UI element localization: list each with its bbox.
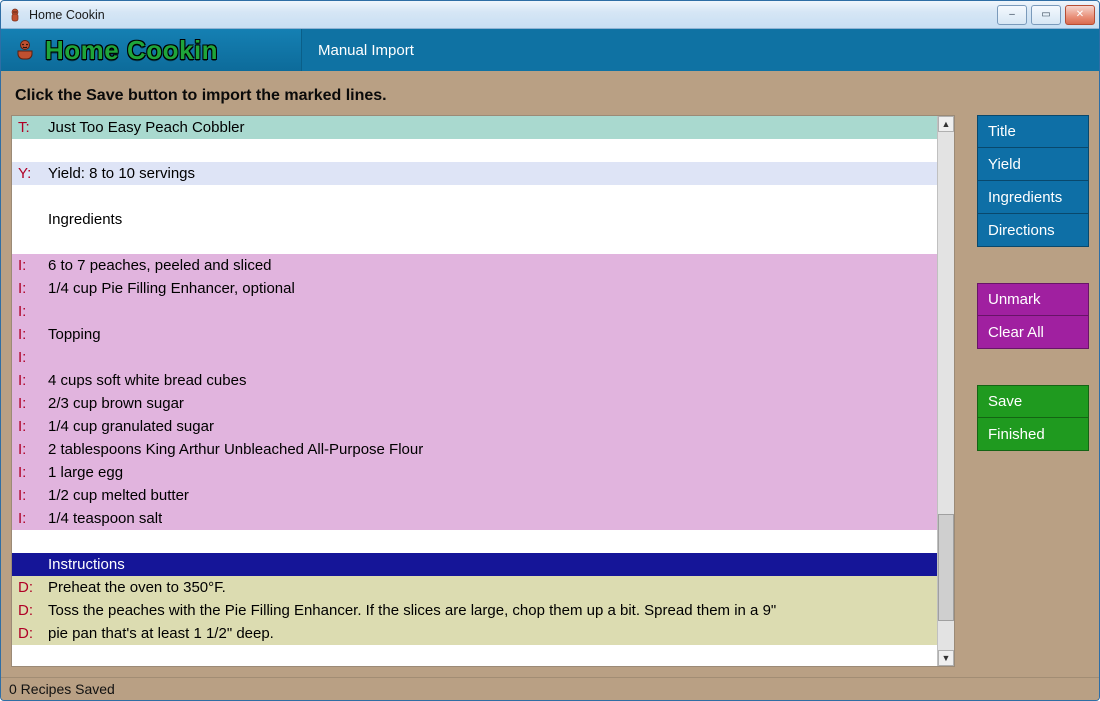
import-line[interactable]: I:1/4 cup granulated sugar	[12, 415, 937, 438]
minimize-button[interactable]: –	[997, 5, 1027, 25]
import-line[interactable]	[12, 139, 937, 162]
import-line[interactable]: D:Preheat the oven to 350°F.	[12, 576, 937, 599]
import-line[interactable]: I:Topping	[12, 323, 937, 346]
line-text: Toss the peaches with the Pie Filling En…	[42, 603, 776, 618]
save-button[interactable]: Save	[977, 385, 1089, 418]
line-tag: T:	[16, 120, 42, 135]
scrollbar[interactable]: ▲ ▼	[937, 116, 954, 666]
line-text: 2/3 cup brown sugar	[42, 396, 184, 411]
import-line[interactable]: I:	[12, 300, 937, 323]
titlebar: Home Cookin – ▭ ✕	[1, 1, 1099, 29]
brand: Home Cookin	[1, 29, 302, 71]
line-tag: D:	[16, 580, 42, 595]
line-tag: I:	[16, 350, 42, 365]
import-line[interactable]: Ingredients	[12, 208, 937, 231]
import-line[interactable]: Instructions	[12, 553, 937, 576]
line-tag: I:	[16, 327, 42, 342]
import-line[interactable]: Y:Yield: 8 to 10 servings	[12, 162, 937, 185]
main-row: T:Just Too Easy Peach Cobbler Y:Yield: 8 …	[11, 115, 1089, 667]
scroll-up-button[interactable]: ▲	[938, 116, 954, 132]
scroll-thumb[interactable]	[938, 514, 954, 621]
line-tag: Y:	[16, 166, 42, 181]
import-line[interactable]: D:pie pan that's at least 1 1/2" deep.	[12, 622, 937, 645]
import-line[interactable]: T:Just Too Easy Peach Cobbler	[12, 116, 937, 139]
window-controls: – ▭ ✕	[997, 5, 1095, 25]
close-button[interactable]: ✕	[1065, 5, 1095, 25]
maximize-button[interactable]: ▭	[1031, 5, 1061, 25]
line-tag: I:	[16, 511, 42, 526]
line-text: Ingredients	[42, 212, 122, 227]
status-text: 0 Recipes Saved	[9, 681, 115, 697]
clear-all-button[interactable]: Clear All	[977, 316, 1089, 349]
app-window: Home Cookin – ▭ ✕ Home Cookin Manual Imp…	[0, 0, 1100, 701]
line-text: 1/4 teaspoon salt	[42, 511, 162, 526]
line-text: Preheat the oven to 350°F.	[42, 580, 226, 595]
line-text: Instructions	[42, 557, 125, 572]
status-bar: 0 Recipes Saved	[1, 677, 1099, 700]
window-title: Home Cookin	[29, 8, 991, 22]
line-text: Yield: 8 to 10 servings	[42, 166, 195, 181]
line-text: 1/4 cup granulated sugar	[42, 419, 214, 434]
line-tag: I:	[16, 442, 42, 457]
import-lines-panel: T:Just Too Easy Peach Cobbler Y:Yield: 8 …	[11, 115, 955, 667]
import-line[interactable]: I:1 large egg	[12, 461, 937, 484]
gingerbread-icon	[13, 38, 37, 62]
line-tag: I:	[16, 304, 42, 319]
line-text: 4 cups soft white bread cubes	[42, 373, 246, 388]
brand-name: Home Cookin	[45, 35, 218, 66]
line-text: pie pan that's at least 1 1/2" deep.	[42, 626, 274, 641]
line-tag: D:	[16, 626, 42, 641]
line-tag: I:	[16, 281, 42, 296]
directions-button[interactable]: Directions	[977, 214, 1089, 247]
import-line[interactable]: I:1/4 cup Pie Filling Enhancer, optional	[12, 277, 937, 300]
import-line[interactable]: D:Toss the peaches with the Pie Filling …	[12, 599, 937, 622]
import-line[interactable]: I:	[12, 346, 937, 369]
section-title: Manual Import	[302, 29, 414, 71]
import-line[interactable]: I:4 cups soft white bread cubes	[12, 369, 937, 392]
app-icon	[7, 7, 23, 23]
line-text: 1/2 cup melted butter	[42, 488, 189, 503]
line-tag: I:	[16, 258, 42, 273]
import-line[interactable]	[12, 530, 937, 553]
import-line[interactable]	[12, 231, 937, 254]
line-tag: I:	[16, 373, 42, 388]
yield-button[interactable]: Yield	[977, 148, 1089, 181]
appbar: Home Cookin Manual Import	[1, 29, 1099, 71]
line-tag: I:	[16, 396, 42, 411]
line-text: 2 tablespoons King Arthur Unbleached All…	[42, 442, 423, 457]
line-tag: I:	[16, 419, 42, 434]
line-tag: D:	[16, 603, 42, 618]
ingredients-button[interactable]: Ingredients	[977, 181, 1089, 214]
line-text: Just Too Easy Peach Cobbler	[42, 120, 245, 135]
import-line[interactable]: I:1/4 teaspoon salt	[12, 507, 937, 530]
instruction-text: Click the Save button to import the mark…	[15, 87, 1085, 105]
import-line[interactable]	[12, 185, 937, 208]
side-buttons: TitleYieldIngredientsDirections UnmarkCl…	[977, 115, 1089, 667]
scroll-down-button[interactable]: ▼	[938, 650, 954, 666]
title-button[interactable]: Title	[977, 115, 1089, 148]
line-tag: I:	[16, 488, 42, 503]
line-text: 1 large egg	[42, 465, 123, 480]
line-text: Topping	[42, 327, 101, 342]
content: Click the Save button to import the mark…	[1, 71, 1099, 677]
import-line[interactable]: I:2 tablespoons King Arthur Unbleached A…	[12, 438, 937, 461]
line-text: 1/4 cup Pie Filling Enhancer, optional	[42, 281, 295, 296]
import-line[interactable]: I:1/2 cup melted butter	[12, 484, 937, 507]
line-text: 6 to 7 peaches, peeled and sliced	[42, 258, 272, 273]
import-lines[interactable]: T:Just Too Easy Peach Cobbler Y:Yield: 8 …	[12, 116, 937, 666]
unmark-button[interactable]: Unmark	[977, 283, 1089, 316]
finished-button[interactable]: Finished	[977, 418, 1089, 451]
import-line[interactable]: I:2/3 cup brown sugar	[12, 392, 937, 415]
line-tag: I:	[16, 465, 42, 480]
import-line[interactable]: I:6 to 7 peaches, peeled and sliced	[12, 254, 937, 277]
